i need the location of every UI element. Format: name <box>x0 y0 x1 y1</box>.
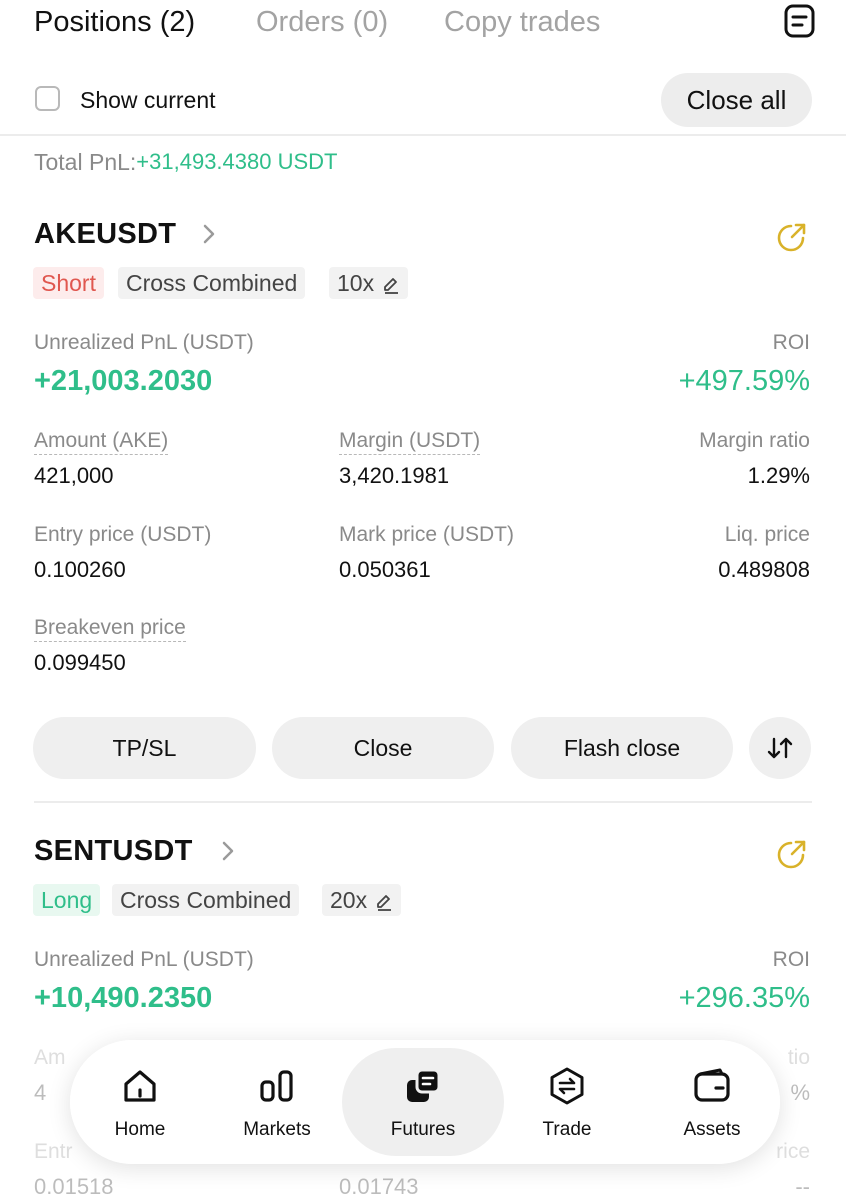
trade-icon <box>550 1067 584 1105</box>
liq-price-label: Liq. price <box>724 523 810 546</box>
leverage-value: 10x <box>337 270 375 296</box>
position-actions: TP/SL Close Flash close <box>0 717 846 779</box>
roi-value: +497.59% <box>678 365 810 397</box>
edit-icon <box>377 895 392 911</box>
assets-icon <box>694 1068 730 1102</box>
show-current-label: Show current <box>80 87 216 113</box>
amount-value: 421,000 <box>34 463 114 488</box>
mark-price-value: 0.050361 <box>339 557 431 582</box>
nav-markets[interactable]: Markets <box>207 1040 347 1164</box>
roi-value: +296.35% <box>678 982 810 1014</box>
share-icon[interactable] <box>775 220 809 254</box>
entry-price-value: 0.100260 <box>34 557 126 582</box>
tab-copy-trades[interactable]: Copy trades <box>444 4 600 40</box>
leverage-value: 20x <box>330 887 368 913</box>
chevron-right-icon[interactable] <box>219 840 239 862</box>
margin-label[interactable]: Margin (USDT) <box>339 428 481 455</box>
nav-label: Trade <box>542 1119 592 1140</box>
total-pnl: Total PnL: +31,493.4380 USDT <box>34 148 338 176</box>
side-badge: Long <box>33 884 101 916</box>
margin-mode-badge: Cross Combined <box>112 884 300 916</box>
nav-futures[interactable]: Futures <box>342 1048 504 1156</box>
flash-close-button[interactable]: Flash close <box>511 717 733 779</box>
entry-price-value: 0.01518 <box>34 1174 114 1199</box>
nav-trade[interactable]: Trade <box>497 1040 637 1164</box>
close-all-button[interactable]: Close all <box>661 73 812 127</box>
roi-label: ROI <box>772 948 810 971</box>
amount-label: Am <box>34 1046 66 1069</box>
margin-mode-badge: Cross Combined <box>118 267 306 299</box>
liq-price-value: -- <box>795 1174 810 1199</box>
margin-value: 3,420.1981 <box>339 463 450 488</box>
side-badge: Short <box>33 267 104 299</box>
tab-positions[interactable]: Positions (2) <box>34 4 195 40</box>
liq-price-value: 0.489808 <box>718 557 810 582</box>
unrealized-pnl-label: Unrealized PnL (USDT) <box>34 948 254 971</box>
amount-label[interactable]: Amount (AKE) <box>34 428 169 455</box>
margin-ratio-label: tio <box>787 1046 810 1069</box>
mark-price-value: 0.01743 <box>339 1174 419 1199</box>
breakeven-price-value: 0.099450 <box>34 650 126 675</box>
breakeven-price-label[interactable]: Breakeven price <box>34 615 186 642</box>
bottom-nav: Home Markets Futures Trade Assets <box>70 1040 780 1164</box>
leverage-badge[interactable]: 10x <box>329 267 409 299</box>
chevron-right-icon[interactable] <box>200 223 220 245</box>
total-pnl-value: +31,493.4380 USDT <box>136 149 338 174</box>
amount-value: 4 <box>34 1080 47 1105</box>
total-pnl-label: Total PnL: <box>34 149 137 175</box>
divider <box>0 134 846 136</box>
margin-ratio-label: Margin ratio <box>699 429 810 452</box>
mark-price-label: Mark price (USDT) <box>339 523 515 546</box>
markets-icon <box>260 1070 293 1102</box>
nav-label: Assets <box>683 1119 741 1140</box>
nav-label: Markets <box>243 1119 311 1140</box>
leverage-badge[interactable]: 20x <box>322 884 402 916</box>
nav-label: Futures <box>390 1119 456 1140</box>
close-button[interactable]: Close <box>272 717 494 779</box>
unrealized-pnl-label: Unrealized PnL (USDT) <box>34 331 254 354</box>
entry-price-label: Entr <box>34 1140 73 1163</box>
nav-assets[interactable]: Assets <box>642 1040 782 1164</box>
margin-ratio-value: 1.29% <box>747 463 810 488</box>
entry-price-label: Entry price (USDT) <box>34 523 212 546</box>
tpsl-button[interactable]: TP/SL <box>33 717 256 779</box>
position-symbol[interactable]: SENTUSDT <box>34 834 193 868</box>
tab-orders[interactable]: Orders (0) <box>256 4 388 40</box>
roi-label: ROI <box>772 331 810 354</box>
unrealized-pnl-value: +10,490.2350 <box>34 982 213 1014</box>
nav-home[interactable]: Home <box>70 1040 210 1164</box>
home-icon <box>124 1070 156 1102</box>
nav-label: Home <box>114 1119 166 1140</box>
edit-icon <box>384 278 399 294</box>
reverse-position-button[interactable] <box>749 717 811 779</box>
futures-icon <box>407 1068 441 1102</box>
share-icon[interactable] <box>775 837 809 871</box>
divider <box>34 801 812 803</box>
unrealized-pnl-value: +21,003.2030 <box>34 365 213 397</box>
show-current-checkbox[interactable] <box>35 86 60 111</box>
order-history-icon[interactable] <box>784 4 816 38</box>
position-symbol[interactable]: AKEUSDT <box>34 217 176 251</box>
swap-arrows-icon <box>767 737 793 759</box>
margin-ratio-value: % <box>790 1080 810 1105</box>
